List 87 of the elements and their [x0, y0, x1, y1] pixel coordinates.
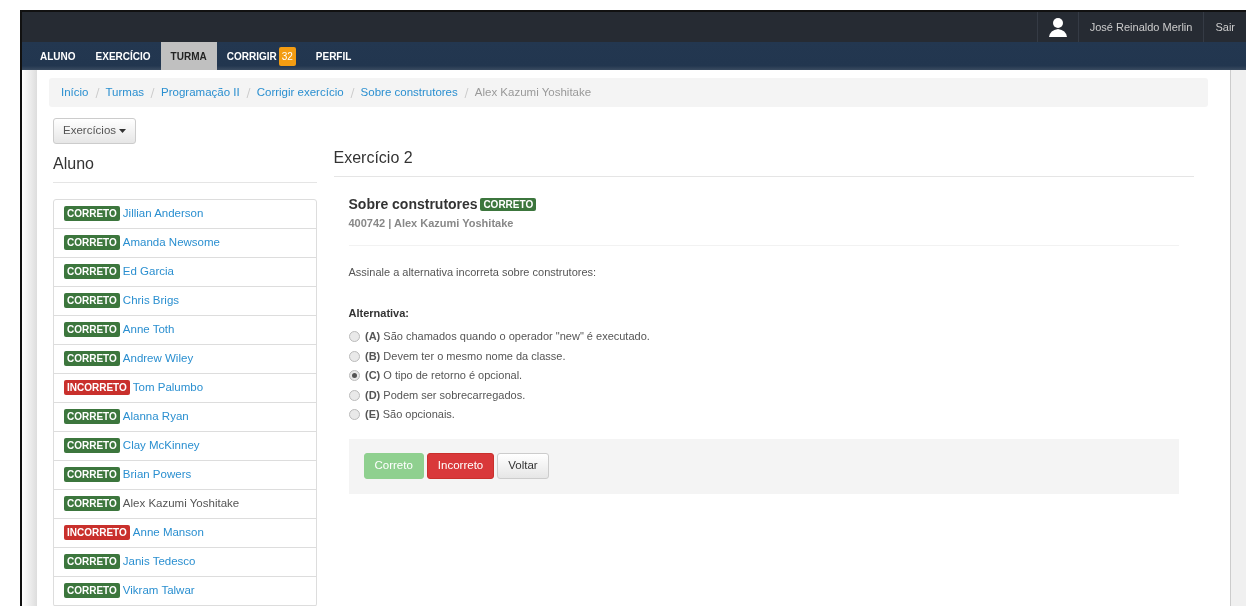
status-label: CORRETO: [64, 293, 120, 308]
student-link[interactable]: Janis Tedesco: [122, 552, 196, 571]
student-row[interactable]: INCORRETO Tom Palumbo: [54, 373, 316, 403]
status-label: CORRETO: [64, 438, 120, 453]
radio-button[interactable]: [348, 350, 360, 362]
scrollbar[interactable]: [1230, 70, 1246, 606]
nav-tab[interactable]: PERFIL: [305, 42, 362, 70]
option-text: (A) São chamados quando o operador "new" é executado.: [365, 329, 650, 345]
status-label: INCORRETO: [64, 380, 130, 395]
status-label: CORRETO: [64, 206, 120, 221]
nav-tab[interactable]: CORRIGIR 32: [216, 42, 306, 70]
radio-button[interactable]: [348, 409, 360, 420]
option-text: (C) O tipo de retorno é opcional.: [365, 368, 523, 384]
option-text: (B) Devem ter o mesmo nome da classe.: [365, 348, 566, 364]
student-row[interactable]: CORRETO Chris Brigs: [54, 286, 316, 316]
count-badge: 32: [278, 46, 296, 66]
student-link[interactable]: Anne Toth: [122, 320, 175, 339]
status-label: CORRETO: [64, 351, 120, 366]
student-link[interactable]: Clay McKinney: [122, 436, 200, 455]
student-row[interactable]: CORRETO Alanna Ryan: [54, 402, 316, 432]
student-link[interactable]: Chris Brigs: [122, 291, 180, 310]
breadcrumb-link[interactable]: Programação II: [161, 84, 240, 102]
breadcrumb-link[interactable]: Turmas: [105, 84, 145, 102]
student-link[interactable]: Jillian Anderson: [122, 204, 204, 223]
student-row[interactable]: CORRETO Anne Toth: [54, 315, 316, 345]
student-row[interactable]: INCORRETO Anne Manson: [54, 518, 316, 548]
student-link[interactable]: Amanda Newsome: [122, 233, 220, 252]
nav-tab-label: PERFIL: [315, 49, 352, 64]
separator-slash-icon: [349, 86, 355, 99]
status-label: CORRETO: [64, 235, 120, 250]
exercise-heading: Exercício 2: [333, 146, 1194, 178]
students-heading: Aluno: [53, 151, 317, 183]
student-link[interactable]: Andrew Wiley: [122, 349, 194, 368]
nav-tab-label: TURMA: [170, 49, 207, 64]
exercise-title: Sobre construtores: [348, 194, 478, 214]
option-text: (D) Podem ser sobrecarregados.: [365, 387, 526, 403]
student-row[interactable]: CORRETO Ed Garcia: [54, 257, 316, 287]
incorrect-button[interactable]: Incorreto: [426, 453, 495, 479]
status-label: CORRETO: [64, 554, 120, 569]
radio-button[interactable]: [348, 370, 360, 381]
student-name: Alex Kazumi Yoshitake: [122, 495, 240, 511]
nav-tab[interactable]: TURMA: [160, 42, 217, 70]
student-row[interactable]: CORRETO Brian Powers: [54, 460, 316, 490]
separator-slash-icon: [150, 86, 156, 99]
student-link[interactable]: Tom Palumbo: [132, 378, 204, 397]
student-row[interactable]: CORRETO Amanda Newsome: [54, 228, 316, 258]
student-link[interactable]: Anne Manson: [132, 523, 204, 542]
radio-button[interactable]: [348, 389, 360, 401]
exercises-dropdown[interactable]: Exercícios: [53, 118, 137, 144]
status-label: CORRETO: [64, 322, 120, 337]
user-avatar-icon: [1048, 17, 1067, 37]
separator-slash-icon: [94, 86, 100, 99]
status-label: CORRETO: [480, 198, 537, 211]
option-text: (E) São opcionais.: [365, 407, 455, 423]
student-link[interactable]: Ed Garcia: [122, 262, 174, 281]
student-link[interactable]: Vikram Talwar: [122, 581, 195, 600]
breadcrumb-link[interactable]: Corrigir exercício: [256, 84, 344, 102]
status-label: INCORRETO: [64, 525, 130, 540]
caret-icon: [119, 129, 127, 134]
student-row[interactable]: CORRETO Jillian Anderson: [54, 199, 316, 229]
status-label: CORRETO: [64, 496, 120, 511]
question-text: Assinale a alternativa incorreta sobre construtores:: [348, 265, 598, 281]
nav-tab-label: EXERCÍCIO: [95, 49, 151, 64]
nav-tab-label: CORRIGIR: [226, 49, 277, 64]
student-row[interactable]: CORRETO Clay McKinney: [54, 431, 316, 461]
status-label: CORRETO: [64, 264, 120, 279]
student-link[interactable]: Alanna Ryan: [122, 407, 189, 426]
student-row[interactable]: CORRETO Janis Tedesco: [54, 547, 316, 577]
radio-button[interactable]: [348, 331, 360, 342]
student-row[interactable]: CORRETO Andrew Wiley: [54, 344, 316, 374]
student-row[interactable]: CORRETO Vikram Talwar: [54, 576, 316, 606]
nav-tab-label: ALUNO: [40, 49, 76, 64]
breadcrumb-current: Alex Kazumi Yoshitake: [474, 85, 592, 100]
status-label: CORRETO: [64, 583, 120, 598]
student-link[interactable]: Brian Powers: [122, 465, 192, 484]
breadcrumb-link[interactable]: Início: [61, 84, 89, 102]
status-label: CORRETO: [64, 467, 120, 482]
separator-slash-icon: [463, 86, 469, 99]
exercise-subtitle: 400742 | Alex Kazumi Yoshitake: [348, 215, 515, 231]
separator-slash-icon: [245, 86, 251, 99]
status-label: CORRETO: [64, 409, 120, 424]
options-label: Alternativa:: [348, 305, 411, 321]
student-row[interactable]: CORRETO Alex Kazumi Yoshitake: [54, 489, 316, 519]
nav-tab[interactable]: EXERCÍCIO: [85, 42, 161, 70]
nav-tab[interactable]: ALUNO: [30, 42, 86, 70]
back-button[interactable]: Voltar: [497, 453, 549, 479]
breadcrumb-link[interactable]: Sobre construtores: [360, 84, 458, 102]
